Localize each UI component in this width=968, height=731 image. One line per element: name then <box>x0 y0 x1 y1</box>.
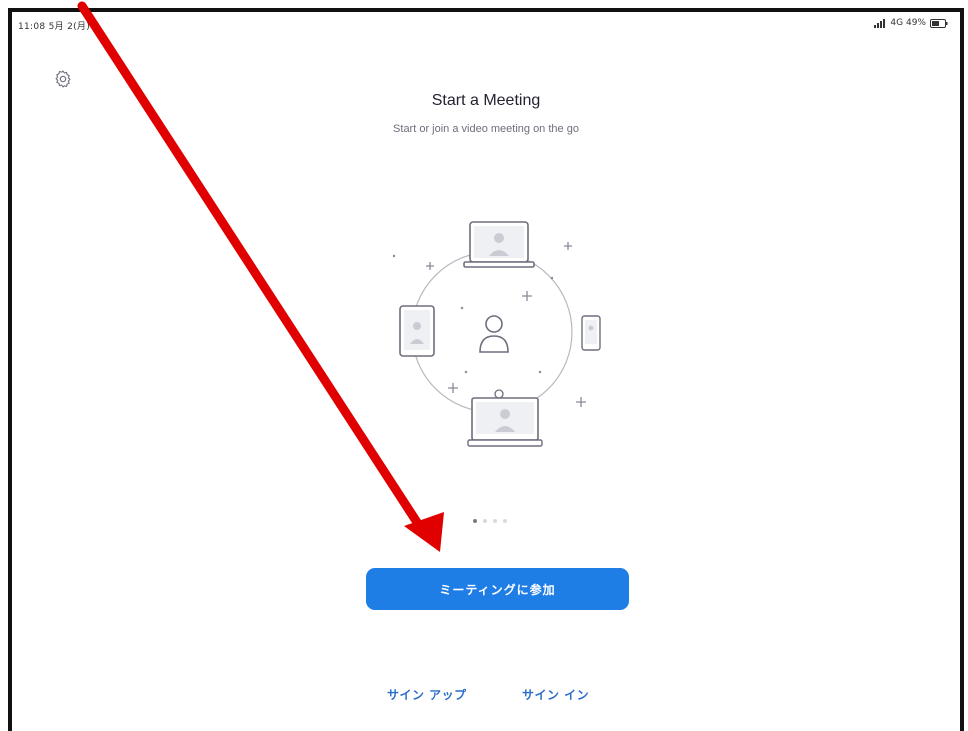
laptop-icon <box>463 221 535 268</box>
meeting-devices-illustration <box>382 212 602 457</box>
carousel-dots <box>473 519 507 523</box>
carousel-dot[interactable] <box>493 519 497 523</box>
carousel-dot[interactable] <box>483 519 487 523</box>
app-window: 11:08 5月 2(月) 4G 49% Start a Meeting Sta… <box>8 8 964 731</box>
phone-icon <box>581 315 601 351</box>
signal-icon <box>874 18 886 28</box>
page-subtitle: Start or join a video meeting on the go <box>393 123 579 135</box>
status-bar: 11:08 5月 2(月) 4G 49% <box>12 12 960 40</box>
sign-up-link[interactable]: サイン アップ <box>387 686 467 703</box>
person-icon <box>479 315 509 353</box>
sign-in-link[interactable]: サイン イン <box>522 686 589 703</box>
join-meeting-button[interactable]: ミーティングに参加 <box>366 568 629 610</box>
gear-icon <box>53 69 73 93</box>
network-status: 4G 49% <box>890 18 926 28</box>
battery-icon <box>930 18 948 28</box>
room-system-icon <box>467 389 543 447</box>
carousel-dot[interactable] <box>473 519 477 523</box>
settings-button[interactable] <box>50 68 76 94</box>
tablet-icon <box>399 305 435 357</box>
page-title: Start a Meeting <box>431 92 541 109</box>
status-indicators: 4G 49% <box>874 18 948 28</box>
carousel-dot[interactable] <box>503 519 507 523</box>
status-time: 11:08 5月 2(月) <box>18 22 91 32</box>
